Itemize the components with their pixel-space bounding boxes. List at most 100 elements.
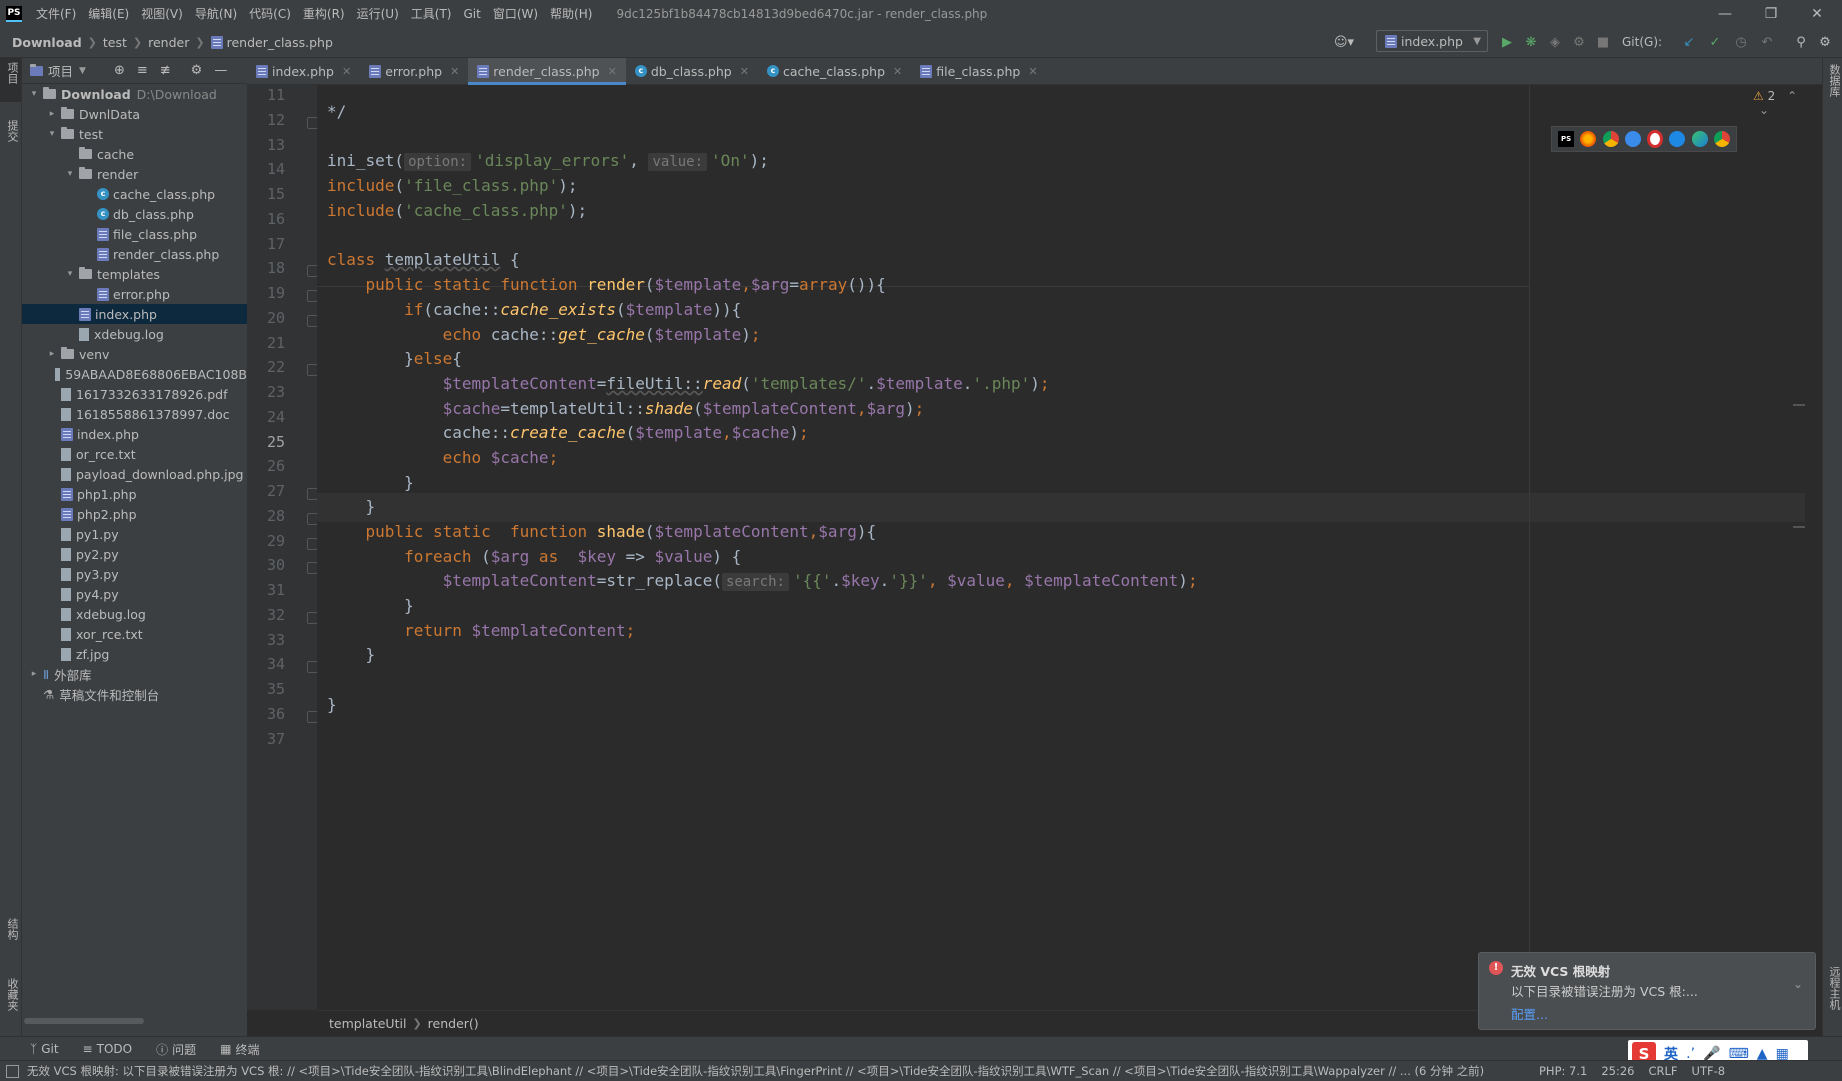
menu-file[interactable]: 文件(F) xyxy=(36,5,76,22)
file-encoding[interactable]: UTF-8 xyxy=(1692,1064,1726,1078)
chevron-down-icon[interactable]: ▼ xyxy=(79,66,86,76)
tree-item[interactable]: index.php xyxy=(22,424,247,444)
phpstorm-browser-icon[interactable]: PS xyxy=(1558,131,1575,147)
tree-item[interactable]: ▾ templates xyxy=(22,264,247,284)
run-config-select[interactable]: index.php ▼ xyxy=(1376,30,1488,52)
tree-item[interactable]: php1.php xyxy=(22,484,247,504)
chevron-down-icon[interactable]: ⌄ xyxy=(1793,977,1803,991)
menu-tools[interactable]: 工具(T) xyxy=(411,5,452,22)
close-tab-icon[interactable]: ✕ xyxy=(1028,65,1037,78)
inspection-widget[interactable]: ⚠ 2 ⌃ ⌄ xyxy=(1753,89,1805,117)
terminal-tool-button[interactable]: ▦ 终端 xyxy=(220,1041,259,1058)
code-editor[interactable]: */ ini_set(option:'display_errors', valu… xyxy=(317,85,1805,1010)
safari-icon[interactable] xyxy=(1624,131,1641,147)
menu-run[interactable]: 运行(U) xyxy=(357,5,399,22)
hide-panel-icon[interactable]: — xyxy=(214,63,227,78)
debug-icon[interactable]: ❋ xyxy=(1522,32,1540,52)
notification-configure-link[interactable]: 配置... xyxy=(1511,1004,1548,1023)
tab-render-class-php[interactable]: render_class.php ✕ xyxy=(468,58,626,85)
search-icon[interactable]: ⚲ xyxy=(1792,32,1810,52)
tree-item[interactable]: c db_class.php xyxy=(22,204,247,224)
minimize-icon[interactable]: — xyxy=(1702,0,1748,27)
scroll-marker[interactable] xyxy=(1793,404,1805,406)
problems-tool-button[interactable]: ⓘ 问题 xyxy=(156,1041,196,1058)
tree-item[interactable]: ▾ test xyxy=(22,124,247,144)
tree-item[interactable]: ▸ DwnlData xyxy=(22,104,247,124)
project-panel-title[interactable]: 项目 xyxy=(48,61,73,80)
close-tab-icon[interactable]: ✕ xyxy=(893,65,902,78)
close-tab-icon[interactable]: ✕ xyxy=(342,65,351,78)
database-tool-label[interactable]: 数据库 xyxy=(1826,64,1842,97)
opera-icon[interactable] xyxy=(1647,130,1664,148)
tree-item[interactable]: ▾ render xyxy=(22,164,247,184)
chevron-up-icon[interactable]: ⌃ xyxy=(1787,89,1797,103)
git-commit-icon[interactable]: ✓ xyxy=(1706,32,1724,52)
expand-all-icon[interactable]: ≡ xyxy=(137,63,148,78)
maximize-icon[interactable]: ❐ xyxy=(1748,0,1794,27)
tree-item[interactable]: file_class.php xyxy=(22,224,247,244)
tree-item[interactable]: php2.php xyxy=(22,504,247,524)
tree-item[interactable]: payload_download.php.jpg xyxy=(22,464,247,484)
menu-git[interactable]: Git xyxy=(463,7,480,21)
breadcrumb-test[interactable]: test xyxy=(103,35,127,50)
expand-arrow-icon[interactable]: ▾ xyxy=(64,269,76,279)
expand-arrow-icon[interactable]: ▾ xyxy=(28,89,40,99)
tree-item[interactable]: py1.py xyxy=(22,524,247,544)
tree-item[interactable]: 1617332633178926.pdf xyxy=(22,384,247,404)
collapse-arrow-icon[interactable]: ▸ xyxy=(46,109,58,119)
tree-item[interactable]: ▾ Download D:\Download xyxy=(22,84,247,104)
tree-item[interactable]: render_class.php xyxy=(22,244,247,264)
tree-item[interactable]: ▸ Ⅱ 外部库 xyxy=(22,664,247,684)
tree-item[interactable]: xdebug.log xyxy=(22,324,247,344)
menu-navigate[interactable]: 导航(N) xyxy=(195,5,237,22)
breadcrumb-render[interactable]: render xyxy=(148,35,189,50)
close-icon[interactable]: ✕ xyxy=(1794,0,1840,27)
profile-icon[interactable]: ⚙ xyxy=(1570,32,1588,52)
tree-item[interactable]: 59ABAAD8E68806EBAC108B xyxy=(22,364,247,384)
chevron-down-icon[interactable]: ⌄ xyxy=(1759,103,1769,117)
menu-help[interactable]: 帮助(H) xyxy=(550,5,592,22)
breadcrumb-download[interactable]: Download xyxy=(12,35,82,50)
coverage-icon[interactable]: ◈ xyxy=(1546,32,1564,52)
expand-arrow-icon[interactable]: ▾ xyxy=(46,129,58,139)
commit-tool-label[interactable]: 提交 xyxy=(4,120,20,142)
tab-file-class-php[interactable]: file_class.php ✕ xyxy=(911,58,1046,84)
todo-tool-button[interactable]: ≡ TODO xyxy=(83,1042,133,1056)
user-icon[interactable]: ☺▾ xyxy=(1330,32,1358,52)
tree-item[interactable]: py3.py xyxy=(22,564,247,584)
tree-item[interactable]: xdebug.log xyxy=(22,604,247,624)
line-separator[interactable]: CRLF xyxy=(1649,1064,1678,1078)
php-version[interactable]: PHP: 7.1 xyxy=(1539,1064,1587,1078)
structure-tool-label[interactable]: 结构 xyxy=(4,918,20,940)
locate-icon[interactable]: ⊕ xyxy=(114,63,125,78)
tree-item[interactable]: index.php xyxy=(22,304,247,324)
close-tab-icon[interactable]: ✕ xyxy=(740,65,749,78)
tab-index-php[interactable]: index.php ✕ xyxy=(247,58,360,84)
close-tab-icon[interactable]: ✕ xyxy=(450,65,459,78)
git-update-icon[interactable]: ↙ xyxy=(1680,32,1698,52)
rollback-icon[interactable]: ↶ xyxy=(1758,32,1776,52)
favorites-tool-label[interactable]: 收藏夹 xyxy=(4,978,20,1011)
history-icon[interactable]: ◷ xyxy=(1732,32,1750,52)
menu-view[interactable]: 视图(V) xyxy=(141,5,183,22)
stop-icon[interactable]: ■ xyxy=(1594,32,1612,52)
chrome-canary-icon[interactable] xyxy=(1713,131,1730,147)
crumb-method[interactable]: render() xyxy=(428,1016,479,1031)
menu-edit[interactable]: 编辑(E) xyxy=(88,5,129,22)
close-tab-icon[interactable]: ✕ xyxy=(608,65,617,78)
firefox-icon[interactable] xyxy=(1580,131,1597,147)
tree-item[interactable]: cache xyxy=(22,144,247,164)
internet-explorer-icon[interactable] xyxy=(1669,131,1686,147)
panel-toggle-icon[interactable] xyxy=(6,1064,19,1078)
cursor-position[interactable]: 25:26 xyxy=(1601,1064,1634,1078)
git-tool-button[interactable]: ᛉ Git xyxy=(30,1042,59,1056)
tab-db-class-php[interactable]: c db_class.php ✕ xyxy=(626,58,758,84)
menu-window[interactable]: 窗口(W) xyxy=(493,5,538,22)
tab-cache-class-php[interactable]: c cache_class.php ✕ xyxy=(758,58,911,84)
tree-item[interactable]: zf.jpg xyxy=(22,644,247,664)
collapse-arrow-icon[interactable]: ▸ xyxy=(46,349,58,359)
remote-host-tool-label[interactable]: 远程主机 xyxy=(1826,966,1842,1010)
horizontal-scrollbar[interactable] xyxy=(22,1018,247,1028)
tree-item[interactable]: ⚗ 草稿文件和控制台 xyxy=(22,684,247,704)
tree-item[interactable]: py2.py xyxy=(22,544,247,564)
